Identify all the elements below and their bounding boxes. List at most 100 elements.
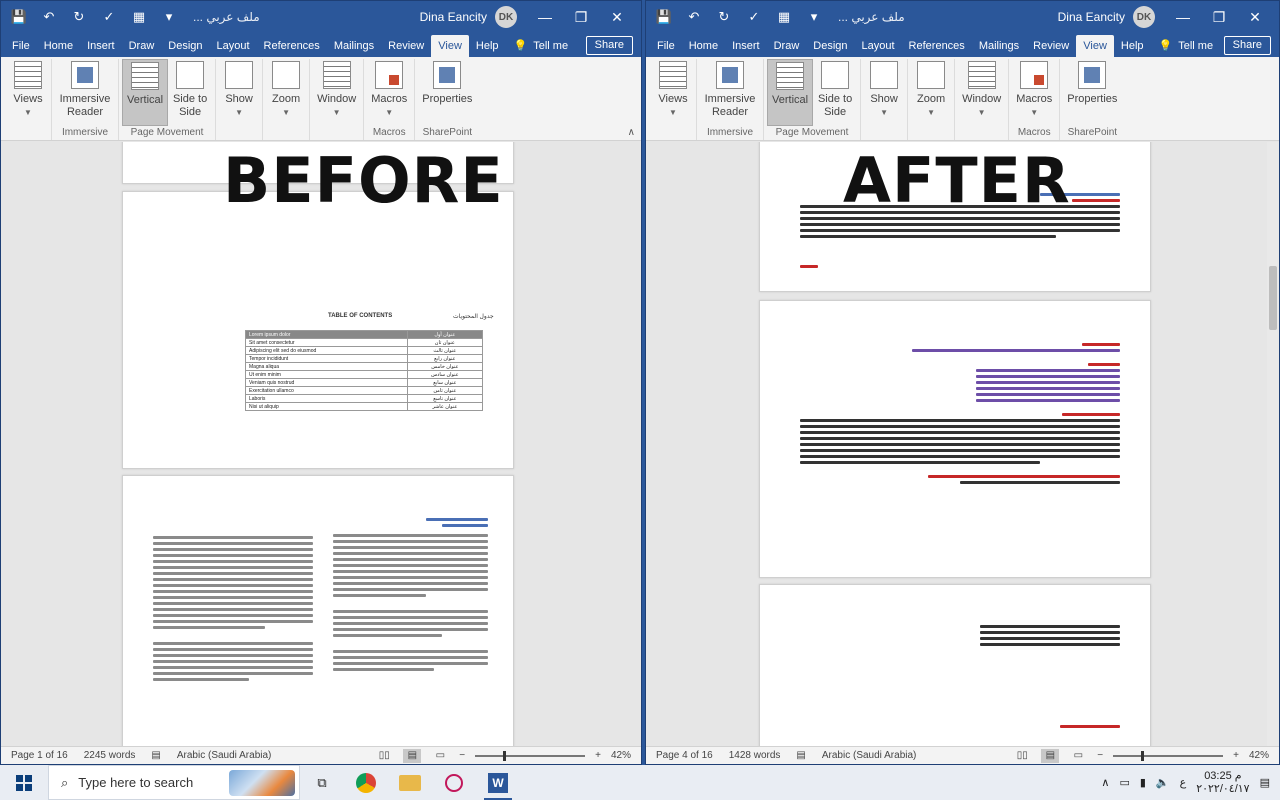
tab-help[interactable]: Help: [1114, 35, 1151, 57]
zoom-slider[interactable]: [1113, 750, 1224, 761]
tab-home[interactable]: Home: [37, 35, 80, 57]
tab-home[interactable]: Home: [682, 35, 725, 57]
undo-icon[interactable]: ↶: [37, 5, 61, 29]
share-button[interactable]: Share: [585, 36, 633, 55]
tab-insert[interactable]: Insert: [725, 35, 767, 57]
language-indicator[interactable]: Arabic (Saudi Arabia): [177, 750, 272, 761]
file-explorer-icon[interactable]: [388, 765, 432, 800]
share-button[interactable]: Share: [1223, 36, 1271, 55]
restore-button[interactable]: ❐: [1201, 1, 1237, 33]
notification-icon[interactable]: ▤: [1260, 776, 1270, 789]
language-indicator[interactable]: Arabic (Saudi Arabia): [822, 750, 917, 761]
collapse-ribbon-icon[interactable]: ∧: [628, 127, 635, 138]
clock[interactable]: 03:25 م ٢٠٢٢/٠٤/١٧: [1196, 770, 1249, 796]
taskbar-search-box[interactable]: ⌕ Type here to search: [48, 765, 300, 800]
minimize-button[interactable]: —: [1165, 1, 1201, 33]
tab-insert[interactable]: Insert: [80, 35, 122, 57]
zoom-slider[interactable]: [475, 750, 586, 761]
restore-button[interactable]: ❐: [563, 1, 599, 33]
redo-icon[interactable]: ↻: [67, 5, 91, 29]
document-area[interactable]: BEFORE TABLE OF CONTENTS جدول المحتويات …: [1, 142, 641, 746]
tab-layout[interactable]: Layout: [855, 35, 902, 57]
start-button[interactable]: [0, 765, 48, 800]
tab-references[interactable]: References: [902, 35, 972, 57]
tab-file[interactable]: File: [650, 35, 682, 57]
tab-design[interactable]: Design: [161, 35, 209, 57]
save-icon[interactable]: 💾: [7, 5, 31, 29]
user-account[interactable]: Dina Eancity DK: [420, 6, 517, 28]
vertical-scrollbar[interactable]: [1267, 142, 1279, 746]
tell-me-box[interactable]: 💡 Tell me: [1151, 35, 1222, 57]
avatar[interactable]: DK: [1133, 6, 1155, 28]
views-button[interactable]: Views ▼: [8, 59, 48, 126]
zoom-in-button[interactable]: +: [595, 750, 601, 761]
print-preview-icon[interactable]: ▦: [127, 5, 151, 29]
web-layout-icon[interactable]: ▭: [1069, 749, 1087, 763]
properties-button[interactable]: Properties: [418, 59, 476, 126]
macros-button[interactable]: Macros ▼: [367, 59, 411, 126]
properties-button[interactable]: Properties: [1063, 59, 1121, 126]
close-button[interactable]: ✕: [599, 1, 635, 33]
zoom-button[interactable]: Zoom ▼: [911, 59, 951, 126]
undo-icon[interactable]: ↶: [682, 5, 706, 29]
tab-draw[interactable]: Draw: [122, 35, 162, 57]
immersive-reader-button[interactable]: Immersive Reader: [700, 59, 760, 126]
minimize-button[interactable]: —: [527, 1, 563, 33]
avatar[interactable]: DK: [495, 6, 517, 28]
word-taskbar-icon[interactable]: W: [476, 765, 520, 800]
proofing-icon[interactable]: ▤: [796, 750, 805, 761]
show-button[interactable]: Show ▼: [864, 59, 904, 126]
print-layout-icon[interactable]: ▤: [403, 748, 422, 763]
search-highlight-image[interactable]: [229, 769, 295, 796]
read-mode-icon[interactable]: ▯▯: [1013, 749, 1031, 763]
close-button[interactable]: ✕: [1237, 1, 1273, 33]
tab-layout[interactable]: Layout: [210, 35, 257, 57]
proofing-icon[interactable]: ▤: [151, 750, 160, 761]
web-layout-icon[interactable]: ▭: [431, 749, 449, 763]
zoom-level[interactable]: 42%: [1249, 750, 1269, 761]
tab-draw[interactable]: Draw: [767, 35, 807, 57]
window-button[interactable]: Window ▼: [313, 59, 360, 126]
side-to-side-button[interactable]: Side to Side: [813, 59, 857, 126]
volume-icon[interactable]: 🔈: [1156, 776, 1170, 789]
page-indicator[interactable]: Page 1 of 16: [11, 750, 68, 761]
spelling-icon[interactable]: ✓: [97, 5, 121, 29]
views-button[interactable]: Views ▼: [653, 59, 693, 126]
customize-qat-icon[interactable]: ▾: [157, 5, 181, 29]
tab-help[interactable]: Help: [469, 35, 506, 57]
user-account[interactable]: Dina Eancity DK: [1058, 6, 1155, 28]
zoom-slider-thumb[interactable]: [503, 750, 507, 761]
zoom-button[interactable]: Zoom ▼: [266, 59, 306, 126]
redo-icon[interactable]: ↻: [712, 5, 736, 29]
customize-qat-icon[interactable]: ▾: [802, 5, 826, 29]
vertical-button[interactable]: Vertical: [122, 59, 169, 126]
page-indicator[interactable]: Page 4 of 16: [656, 750, 713, 761]
print-layout-icon[interactable]: ▤: [1041, 748, 1060, 763]
spelling-icon[interactable]: ✓: [742, 5, 766, 29]
macros-button[interactable]: Macros ▼: [1012, 59, 1056, 126]
tab-mailings[interactable]: Mailings: [327, 35, 381, 57]
word-count[interactable]: 1428 words: [729, 750, 781, 761]
pinned-app-icon[interactable]: [432, 765, 476, 800]
zoom-slider-thumb[interactable]: [1141, 750, 1145, 761]
battery-icon[interactable]: ▮: [1140, 776, 1146, 789]
side-to-side-button[interactable]: Side to Side: [168, 59, 212, 126]
read-mode-icon[interactable]: ▯▯: [375, 749, 393, 763]
vertical-button[interactable]: Vertical: [767, 59, 814, 126]
tab-view[interactable]: View: [431, 35, 469, 57]
tab-references[interactable]: References: [257, 35, 327, 57]
tab-design[interactable]: Design: [806, 35, 854, 57]
word-count[interactable]: 2245 words: [84, 750, 136, 761]
zoom-level[interactable]: 42%: [611, 750, 631, 761]
task-view-icon[interactable]: ⧉: [300, 765, 344, 800]
document-area[interactable]: AFTER: [646, 142, 1279, 746]
tab-file[interactable]: File: [5, 35, 37, 57]
chevron-up-icon[interactable]: ∧: [1101, 776, 1109, 789]
tell-me-box[interactable]: 💡 Tell me: [506, 35, 577, 57]
scroll-thumb[interactable]: [1269, 266, 1277, 330]
show-button[interactable]: Show ▼: [219, 59, 259, 126]
zoom-in-button[interactable]: +: [1233, 750, 1239, 761]
tab-mailings[interactable]: Mailings: [972, 35, 1026, 57]
tab-review[interactable]: Review: [381, 35, 431, 57]
language-indicator[interactable]: ع: [1180, 776, 1187, 789]
